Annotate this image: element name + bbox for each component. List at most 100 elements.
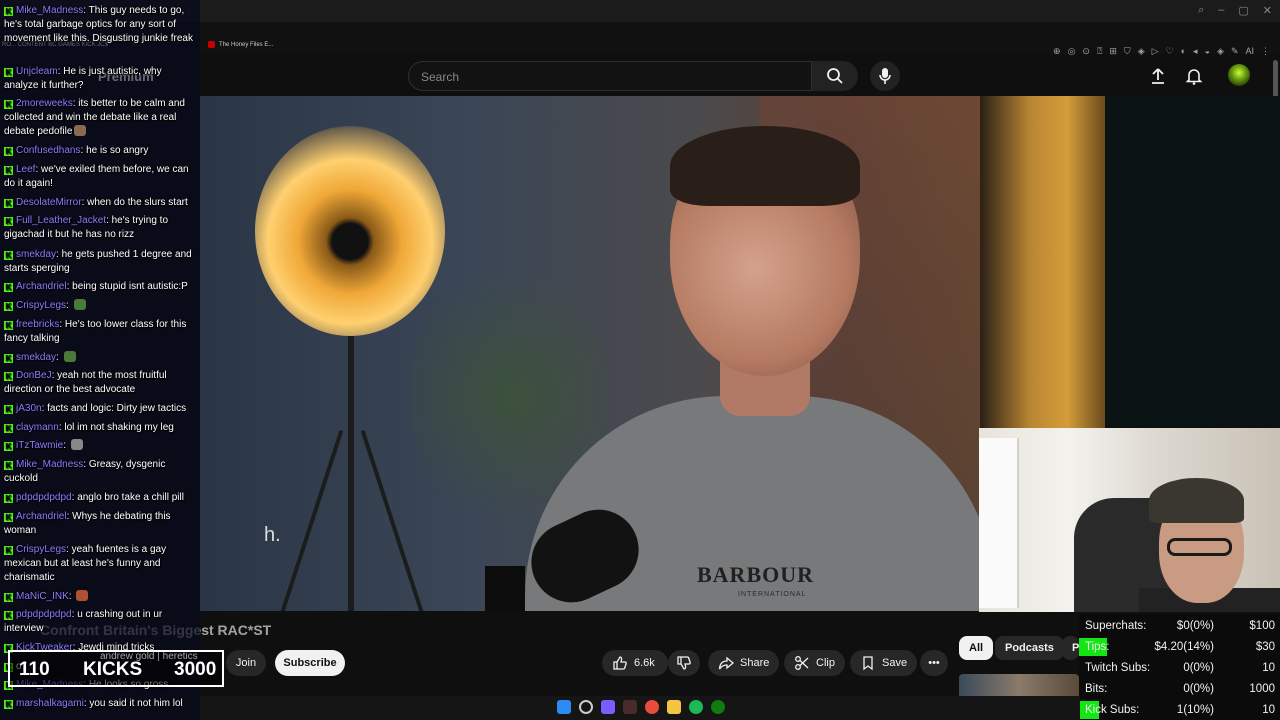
chat-message: KjA30n: facts and logic: Dirty jew tacti…	[4, 403, 187, 414]
chat-message: K Unjcleam: He is just autistic, why anal…	[4, 66, 162, 91]
chat-message: Ksmekday: he gets pushed 1 degree and st…	[4, 249, 192, 274]
voice-search-button[interactable]	[870, 61, 900, 91]
like-button[interactable]: 6.6k	[602, 650, 668, 676]
channel-name-overlay[interactable]: andrew gold | heretics	[100, 651, 198, 662]
obs-icon[interactable]	[623, 700, 637, 714]
save-button[interactable]: Save	[850, 650, 918, 676]
chat-username[interactable]: Unjcleam	[16, 66, 58, 77]
search-input[interactable]: Search	[408, 61, 812, 91]
chat-username[interactable]: claymann	[16, 422, 59, 433]
chat-username[interactable]: Mike_Madness	[16, 5, 83, 16]
chat-username[interactable]: Confusedhans	[16, 145, 81, 156]
like-count: 6.6k	[634, 657, 655, 669]
window-controls: ⌕ – ▢ ✕	[1198, 4, 1272, 17]
chat-username[interactable]: 2moreweeks	[16, 98, 73, 109]
kick-badge-icon: K	[4, 442, 13, 451]
search-placeholder: Search	[421, 70, 460, 84]
chat-username[interactable]: freebricks	[16, 319, 59, 330]
video-lamp-leg	[280, 430, 344, 611]
thumbs-down-icon	[677, 656, 691, 670]
discord-icon[interactable]	[601, 700, 615, 714]
kick-badge-icon: K	[4, 251, 13, 260]
chat-message: K Archandriel: being stupid isnt autistic…	[4, 281, 188, 292]
minimize-icon[interactable]: –	[1218, 4, 1224, 17]
donation-label: Bits:	[1085, 683, 1108, 695]
video-letterbox	[1105, 96, 1280, 426]
donation-label: Superchats:	[1085, 620, 1147, 632]
close-icon[interactable]: ✕	[1263, 4, 1272, 17]
kick-badge-icon: K	[4, 147, 13, 156]
donation-label: Tips:	[1085, 641, 1110, 653]
search-button[interactable]	[812, 61, 858, 91]
donation-row: Superchats: $0(0%) $100	[1079, 616, 1280, 636]
chat-text: lol im not shaking my leg	[64, 422, 174, 433]
share-icon	[718, 656, 734, 670]
xbox-icon[interactable]	[711, 700, 725, 714]
bookmark-label: The Honey Files E...	[219, 41, 274, 48]
chat-emote-icon	[70, 439, 83, 450]
search-icon[interactable]: ⌕	[1198, 4, 1204, 17]
chat-message: K CrispyLegs: yeah fuentes is a gay mexic…	[4, 544, 167, 583]
chat-username[interactable]: Mike_Madness	[16, 459, 83, 470]
chat-username[interactable]: pdpdpdpdpd	[16, 609, 72, 620]
kick-badge-icon: K	[4, 513, 13, 522]
search-icon[interactable]	[579, 700, 593, 714]
kick-badge-icon: K	[4, 461, 13, 470]
chat-username[interactable]: MaNiC_INK	[16, 591, 69, 602]
windows-start-icon[interactable]	[557, 700, 571, 714]
screen-root: ⌕ – ▢ ✕ ⊕ ◎ ⊙ ⍰ ⊞ ⛉ ◈ ▷ ♡ ◐ ◂ ◒ ◈ ✎ AI ⋮…	[0, 0, 1280, 720]
chip-all[interactable]: All	[959, 636, 994, 660]
clip-button[interactable]: Clip	[784, 650, 845, 676]
chat-username[interactable]: CrispyLegs	[16, 544, 66, 555]
kick-badge-icon: K	[4, 199, 13, 208]
maximize-icon[interactable]: ▢	[1238, 4, 1248, 17]
chat-message: Kpdpdpdpdpd: u crashing out in ur interv…	[4, 609, 163, 634]
share-button[interactable]: Share	[708, 650, 780, 676]
chat-username[interactable]: iTzTawmie	[16, 440, 63, 451]
chat-username[interactable]: CrispyLegs	[16, 300, 66, 311]
kick-badge-icon: K	[4, 166, 13, 175]
kick-badge-icon: K	[4, 217, 13, 226]
chrome-icon[interactable]	[645, 700, 659, 714]
folder-icon[interactable]	[667, 700, 681, 714]
kick-badge-icon: K	[4, 283, 13, 292]
chat-username[interactable]: pdpdpdpdpd	[16, 492, 72, 503]
kick-badge-icon: K	[4, 321, 13, 330]
account-avatar[interactable]	[1228, 64, 1250, 86]
chat-username[interactable]: DonBeJ	[16, 370, 52, 381]
kick-badge-icon: K	[4, 546, 13, 555]
chat-username[interactable]: Full_Leather_Jacket	[16, 215, 106, 226]
kick-badge-icon: K	[4, 424, 13, 433]
chip-podcasts[interactable]: Podcasts	[995, 636, 1064, 660]
clip-label: Clip	[816, 657, 835, 669]
subscribe-button[interactable]: Subscribe	[275, 650, 345, 676]
bookmark-honey-files[interactable]: The Honey Files E...	[208, 41, 273, 48]
bookmark-icon	[863, 656, 873, 671]
chat-username[interactable]: DesolateMirror	[16, 197, 82, 208]
video-lamp	[255, 126, 445, 336]
chat-message: K Full_Leather_Jacket: he's trying to gig…	[4, 215, 169, 240]
donation-goal: 10	[1262, 662, 1275, 674]
streamer-webcam	[979, 428, 1280, 612]
kick-badge-icon: K	[4, 100, 13, 109]
chat-message: K Archandriel: Whys he debating this woma…	[4, 511, 171, 536]
chat-username[interactable]: smekday	[16, 352, 56, 363]
chat-username[interactable]: jA30n	[16, 403, 42, 414]
chat-username[interactable]: Archandriel	[16, 281, 67, 292]
chat-username[interactable]: marshalkagami	[16, 698, 84, 709]
join-button[interactable]: Join	[226, 650, 266, 676]
dislike-button[interactable]	[668, 650, 700, 676]
kick-badge-icon: K	[4, 354, 13, 363]
chip-partial[interactable]: P	[1062, 636, 1079, 660]
upload-button[interactable]	[1148, 66, 1168, 86]
donation-row: Kick Subs: 1(10%) 10	[1079, 700, 1280, 720]
video-player[interactable]: BARBOUR INTERNATIONAL h.	[200, 96, 1105, 611]
notifications-button[interactable]	[1184, 66, 1204, 86]
chat-username[interactable]: smekday	[16, 249, 56, 260]
chat-text: when do the slurs start	[87, 197, 188, 208]
chat-username[interactable]: Archandriel	[16, 511, 67, 522]
chat-username[interactable]: Leef	[16, 164, 35, 175]
more-actions-button[interactable]: •••	[920, 650, 948, 676]
kick-badge-icon: K	[4, 611, 13, 620]
spotify-icon[interactable]	[689, 700, 703, 714]
